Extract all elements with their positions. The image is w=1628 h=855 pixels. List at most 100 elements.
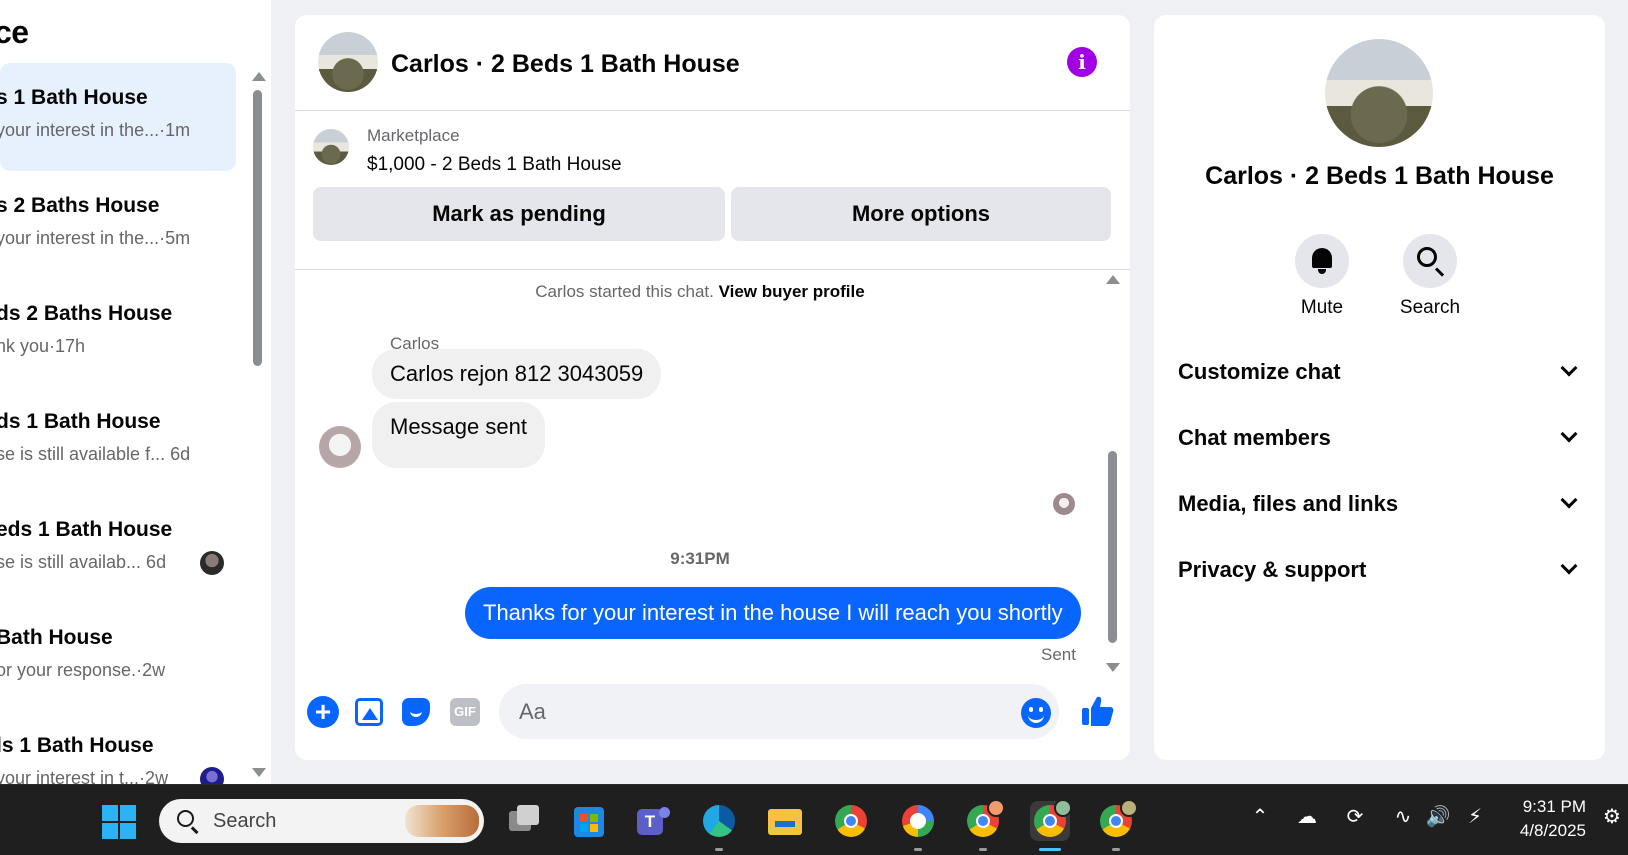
sticker-icon[interactable] [402, 698, 430, 726]
attach-photo-icon[interactable] [355, 698, 383, 726]
message-thread: Carlos started this chat. View buyer pro… [295, 271, 1130, 681]
conversation-item[interactable]: eds 1 Bath House se is still availab... … [0, 495, 236, 603]
chevron-down-icon [1560, 557, 1578, 575]
conversation-title: s 1 Bath House [0, 86, 148, 109]
scrollbar-thumb[interactable] [253, 90, 262, 366]
battery-icon[interactable]: ⚡ [1461, 803, 1489, 831]
mute-label: Mute [1300, 297, 1344, 318]
conversation-item[interactable]: s 2 Baths House your interest in the...·… [0, 171, 236, 279]
task-view-icon[interactable] [503, 801, 543, 841]
mute-button[interactable]: Mute [1282, 234, 1362, 319]
start-tile [102, 823, 118, 839]
scroll-up-arrow-icon[interactable] [1106, 275, 1120, 284]
read-receipt-avatar [200, 767, 224, 784]
chrome-profile-icon-active[interactable] [1030, 799, 1072, 851]
details-avatar[interactable] [1325, 39, 1433, 147]
emoji-icon[interactable] [1021, 698, 1051, 728]
conversation-item[interactable]: s 1 Bath House your interest in the...·1… [0, 63, 236, 171]
search-icon [1417, 247, 1437, 267]
conversation-preview: se is still availab... 6d [0, 552, 167, 572]
thumbs-up-icon[interactable] [1079, 693, 1115, 729]
outgoing-message[interactable]: Thanks for your interest in the house I … [465, 587, 1081, 639]
conversation-list: s 1 Bath House your interest in the...·1… [0, 63, 240, 784]
chat-started-notice: Carlos started this chat. View buyer pro… [295, 282, 1105, 302]
chat-members-section[interactable]: Chat members [1178, 415, 1583, 459]
chrome-profile-icon[interactable] [963, 799, 1005, 851]
microsoft-store-icon[interactable] [569, 801, 609, 841]
section-label: Chat members [1178, 425, 1331, 450]
chrome-icon[interactable] [831, 801, 871, 841]
plus-icon[interactable]: + [307, 696, 339, 728]
chat-started-text: Carlos started this chat. [535, 282, 714, 301]
incoming-message[interactable]: Carlos rejon 812 3043059 [372, 349, 662, 399]
read-receipt-avatar [1053, 493, 1075, 515]
conversation-preview: your interest in the...·5m [0, 228, 191, 248]
start-tile [102, 805, 118, 821]
scrollbar-thumb[interactable] [1108, 451, 1117, 643]
scroll-down-arrow-icon[interactable] [1106, 663, 1120, 672]
file-explorer-icon[interactable] [765, 801, 805, 841]
listing-title[interactable]: $1,000 - 2 Beds 1 Bath House [367, 154, 622, 176]
search-highlight-image [405, 805, 479, 837]
bell-icon [1312, 248, 1332, 274]
scroll-down-arrow-icon[interactable] [252, 768, 266, 777]
conversation-item[interactable]: ls 1 Bath House your interest in t...·2w [0, 711, 236, 784]
search-icon [177, 810, 194, 827]
conversation-title: s 2 Baths House [0, 194, 160, 217]
teams-icon[interactable]: T [633, 801, 673, 841]
conversation-preview: your interest in t...·2w [0, 768, 169, 784]
chat-title[interactable]: Carlos · 2 Beds 1 Bath House [391, 50, 740, 79]
chevron-down-icon [1560, 359, 1578, 377]
sync-icon[interactable]: ⟳ [1341, 803, 1369, 831]
volume-icon[interactable]: 🔊 [1424, 803, 1452, 831]
info-icon[interactable]: i [1067, 47, 1097, 77]
incoming-message[interactable]: Message sent [372, 402, 545, 468]
wifi-icon[interactable]: ∿ [1389, 803, 1417, 831]
conversation-title: eds 1 Bath House [0, 518, 173, 541]
conversation-item[interactable]: ds 2 Baths House nk you·17h [0, 279, 236, 387]
section-label: Customize chat [1178, 359, 1341, 384]
taskbar-search-label: Search [213, 810, 277, 832]
sidebar-scrollbar[interactable] [250, 68, 266, 780]
listing-thumbnail[interactable] [313, 129, 349, 165]
thread-scrollbar[interactable] [1105, 275, 1121, 673]
message-input[interactable] [499, 684, 1059, 739]
notification-icon[interactable]: ⚙ [1598, 803, 1626, 831]
section-label: Media, files and links [1178, 491, 1399, 516]
chevron-down-icon [1560, 491, 1578, 509]
customize-chat-section[interactable]: Customize chat [1178, 349, 1583, 393]
start-tile [120, 823, 136, 839]
more-options-button[interactable]: More options [731, 187, 1111, 241]
clock-date: 4/8/2025 [1519, 821, 1586, 840]
media-files-links-section[interactable]: Media, files and links [1178, 481, 1583, 525]
google-app-icon[interactable] [898, 801, 938, 851]
system-clock[interactable]: 9:31 PM 4/8/2025 [1508, 795, 1586, 843]
privacy-support-section[interactable]: Privacy & support [1178, 547, 1583, 591]
mark-as-pending-button[interactable]: Mark as pending [313, 187, 725, 241]
search-label: Search [1399, 297, 1461, 318]
clock-time: 9:31 PM [1522, 797, 1586, 816]
conversation-preview: nk you·17h [0, 336, 86, 356]
conversation-avatar[interactable] [318, 32, 378, 92]
chevron-up-icon[interactable]: ⌃ [1246, 803, 1274, 831]
taskbar-search-box[interactable]: Search [159, 799, 484, 843]
conversation-item[interactable]: Bath House or your response.·2w [0, 603, 236, 711]
onedrive-cloud-icon[interactable]: ☁ [1293, 803, 1321, 831]
conversation-title: ls 1 Bath House [0, 734, 154, 757]
conversation-item[interactable]: ds 1 Bath House se is still available f.… [0, 387, 236, 495]
section-label: Privacy & support [1178, 557, 1367, 582]
sender-avatar[interactable] [319, 426, 361, 468]
chat-details-panel: Carlos · 2 Beds 1 Bath House Customize c… [1154, 15, 1605, 760]
view-buyer-profile-link[interactable]: View buyer profile [719, 282, 865, 301]
windows-start-icon[interactable] [102, 805, 136, 839]
message-timestamp: 9:31PM [670, 549, 730, 568]
chevron-down-icon [1560, 425, 1578, 443]
chat-header: Carlos · 2 Beds 1 Bath House i [295, 15, 1130, 111]
search-conversation-button[interactable]: Search [1390, 234, 1470, 319]
gif-icon[interactable]: GIF [450, 698, 480, 726]
chrome-profile-icon[interactable] [1096, 799, 1138, 851]
scroll-up-arrow-icon[interactable] [252, 72, 266, 81]
edge-browser-icon[interactable] [699, 801, 739, 851]
running-indicator [715, 848, 723, 851]
conversation-title: Bath House [0, 626, 113, 649]
